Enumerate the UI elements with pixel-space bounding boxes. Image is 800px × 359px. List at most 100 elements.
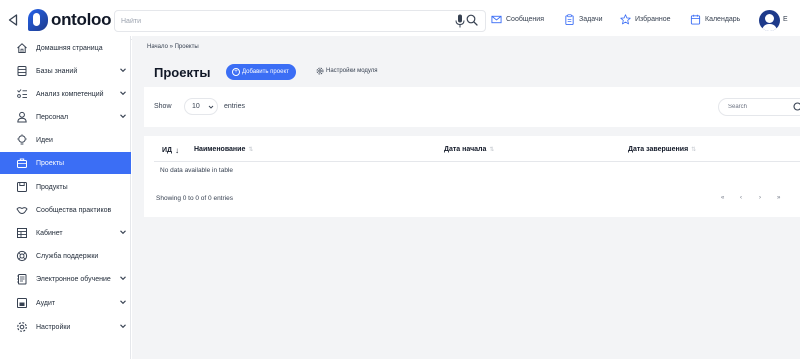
global-search-input[interactable] bbox=[115, 11, 415, 31]
sidebar-item-label: Идеи bbox=[36, 136, 53, 144]
gear-icon bbox=[16, 321, 28, 333]
sidebar-item-ideas[interactable]: Идеи bbox=[0, 129, 131, 151]
column-header-name[interactable]: Наименование ⇅ bbox=[194, 146, 253, 153]
pager-last[interactable]: » bbox=[777, 195, 780, 201]
sidebar-item-label: Сообщества практиков bbox=[36, 206, 112, 214]
nav-calendar[interactable]: Календарь bbox=[690, 14, 740, 25]
chevron-down-icon bbox=[120, 230, 126, 235]
sidebar-item-competence-analysis[interactable]: Анализ компетенций bbox=[0, 83, 131, 105]
sidebar-item-cabinet[interactable]: Кабинет bbox=[0, 222, 131, 244]
chevron-down-icon bbox=[208, 105, 214, 109]
header-divider bbox=[154, 161, 800, 162]
cabinet-icon bbox=[16, 227, 28, 239]
nav-calendar-label: Календарь bbox=[705, 16, 741, 23]
collapse-sidebar-button[interactable] bbox=[6, 12, 20, 28]
table-search-box[interactable] bbox=[718, 98, 800, 116]
pager-next[interactable]: › bbox=[759, 195, 761, 201]
analysis-icon bbox=[16, 88, 28, 100]
sidebar-item-communities[interactable]: Сообщества практиков bbox=[0, 199, 131, 221]
column-header-start-date[interactable]: Дата начала ⇅ bbox=[444, 146, 494, 153]
column-header-label: Наименование bbox=[194, 146, 246, 153]
column-header-id[interactable]: ИД ↓ bbox=[162, 146, 179, 155]
page-size-select[interactable]: 10 bbox=[184, 98, 218, 115]
plus-circle-icon: + bbox=[232, 68, 240, 76]
nav-messages-label: Сообщения bbox=[506, 16, 544, 23]
sidebar-item-products[interactable]: Продукты bbox=[0, 176, 131, 198]
sidebar: Домашняя страница Базы знаний Анализ ком… bbox=[0, 36, 131, 359]
add-project-button[interactable]: + Добавить проект bbox=[226, 64, 296, 80]
sidebar-item-label: Проекты bbox=[36, 159, 65, 167]
chevron-down-icon bbox=[120, 300, 126, 305]
nav-favorites[interactable]: Избранное bbox=[620, 14, 670, 25]
user-avatar[interactable] bbox=[759, 10, 780, 31]
triangle-left-icon bbox=[8, 14, 18, 26]
chevron-down-icon bbox=[120, 68, 126, 73]
table-search-input[interactable] bbox=[719, 99, 779, 115]
logo-mark-icon bbox=[28, 9, 48, 31]
column-header-end-date[interactable]: Дата завершения ⇅ bbox=[628, 146, 696, 153]
nav-messages[interactable]: Сообщения bbox=[491, 14, 544, 25]
sidebar-item-settings[interactable]: Настройки bbox=[0, 316, 131, 338]
audit-icon bbox=[16, 297, 28, 309]
microphone-icon[interactable] bbox=[455, 14, 465, 28]
pager-first[interactable]: « bbox=[721, 195, 724, 201]
projects-table: ИД ↓ Наименование ⇅ Дата начала ⇅ Дата з… bbox=[144, 136, 800, 217]
home-icon bbox=[16, 42, 28, 54]
elearning-icon bbox=[16, 273, 28, 285]
sort-icon: ⇅ bbox=[248, 147, 254, 153]
sidebar-item-label: Продукты bbox=[36, 183, 68, 191]
sort-down-icon: ↓ bbox=[175, 146, 180, 155]
column-header-label: Дата завершения bbox=[628, 146, 689, 153]
empty-table-message: No data available in table bbox=[160, 167, 233, 174]
page-size-value: 10 bbox=[192, 103, 200, 110]
sidebar-item-label: Кабинет bbox=[36, 229, 63, 237]
sidebar-item-label: Аудит bbox=[36, 299, 56, 307]
module-settings-label: Настройки модуля bbox=[326, 68, 378, 74]
sidebar-item-audit[interactable]: Аудит bbox=[0, 292, 131, 314]
sidebar-item-label: Электронное обучение bbox=[36, 275, 111, 283]
sidebar-item-label: Анализ компетенций bbox=[36, 90, 104, 98]
support-icon bbox=[16, 250, 28, 262]
community-icon bbox=[16, 204, 28, 216]
global-search-box[interactable] bbox=[114, 10, 486, 32]
page-title: Проекты bbox=[154, 65, 211, 80]
nav-tasks-label: Задачи bbox=[579, 16, 603, 23]
sidebar-item-personnel[interactable]: Персонал bbox=[0, 106, 131, 128]
database-icon bbox=[16, 65, 28, 77]
calendar-icon bbox=[690, 14, 701, 25]
chevron-down-icon bbox=[120, 114, 126, 119]
top-bar: ontoloo Сообщения Задачи Избранное Кален… bbox=[0, 0, 800, 40]
sidebar-item-knowledge-bases[interactable]: Базы знаний bbox=[0, 60, 131, 82]
gear-icon bbox=[316, 67, 324, 75]
nav-tasks[interactable]: Задачи bbox=[564, 14, 603, 25]
nav-favorites-label: Избранное bbox=[635, 16, 671, 23]
sidebar-item-label: Служба поддержки bbox=[36, 252, 99, 260]
briefcase-icon bbox=[16, 157, 28, 169]
sidebar-item-home[interactable]: Домашняя страница bbox=[0, 37, 131, 59]
sidebar-item-label: Персонал bbox=[36, 113, 69, 121]
sidebar-item-support[interactable]: Служба поддержки bbox=[0, 245, 131, 267]
lightbulb-icon bbox=[16, 134, 28, 146]
star-icon bbox=[620, 14, 631, 25]
sort-icon: ⇅ bbox=[489, 147, 495, 153]
column-header-label: ИД bbox=[162, 147, 173, 154]
main-content: Начало » Проекты Проекты + Добавить прое… bbox=[132, 36, 800, 359]
search-icon[interactable] bbox=[793, 102, 800, 111]
table-info: Showing 0 to 0 of 0 entries bbox=[156, 195, 233, 202]
sidebar-item-elearning[interactable]: Электронное обучение bbox=[0, 268, 131, 290]
logo-text: ontoloo bbox=[51, 10, 112, 29]
clipboard-icon bbox=[565, 14, 574, 25]
logo[interactable]: ontoloo bbox=[28, 9, 112, 31]
user-name-truncated: Е bbox=[783, 16, 788, 23]
sidebar-item-label: Домашняя страница bbox=[36, 44, 103, 52]
breadcrumb[interactable]: Начало » Проекты bbox=[147, 44, 199, 50]
module-settings-link[interactable]: Настройки модуля bbox=[316, 67, 378, 75]
sort-icon: ⇅ bbox=[691, 147, 697, 153]
search-icon[interactable] bbox=[466, 14, 478, 26]
pager-previous[interactable]: ‹ bbox=[740, 195, 742, 201]
product-icon bbox=[16, 181, 28, 193]
sidebar-item-projects[interactable]: Проекты bbox=[0, 152, 131, 174]
chevron-down-icon bbox=[120, 91, 126, 96]
chevron-down-icon bbox=[120, 324, 126, 329]
entries-label: entries bbox=[224, 103, 246, 110]
